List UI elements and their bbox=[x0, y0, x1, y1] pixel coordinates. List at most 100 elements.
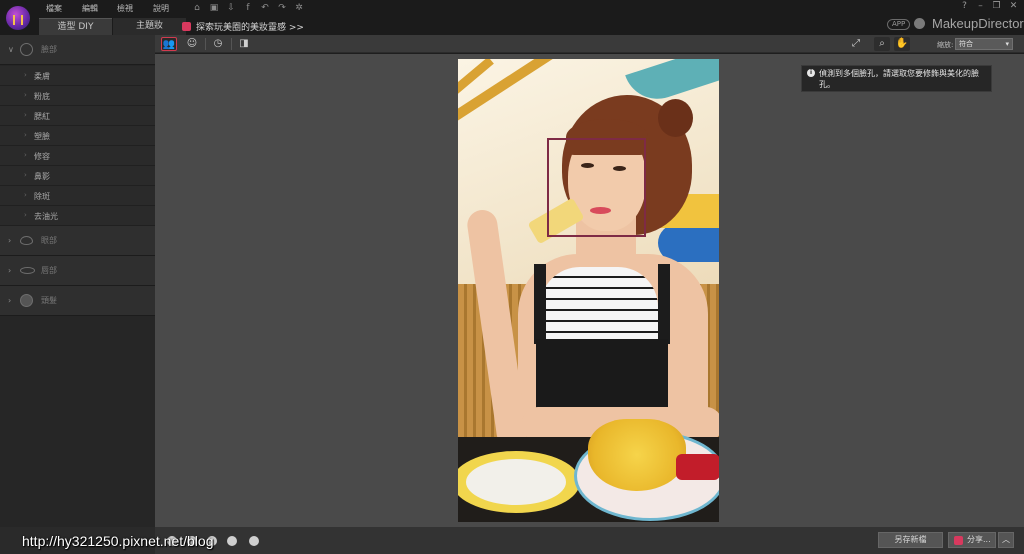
category-face[interactable]: ∨ 臉部 bbox=[0, 35, 155, 65]
zoom-select[interactable]: 符合 ▾ bbox=[955, 38, 1013, 50]
feature-label: 除斑 bbox=[34, 192, 50, 201]
app-logo-icon bbox=[6, 6, 30, 30]
brand-name: MakeupDirector bbox=[932, 16, 1024, 31]
reset-icon[interactable] bbox=[249, 536, 259, 546]
category-label: 臉部 bbox=[41, 45, 57, 54]
category-label: 頭髮 bbox=[41, 296, 57, 305]
blog-watermark: http://hy321250.pixnet.net/blog bbox=[22, 533, 214, 549]
category-label: 眼部 bbox=[41, 236, 57, 245]
menu-edit[interactable]: 編輯 bbox=[82, 3, 98, 14]
save-as-new-button[interactable]: 另存新檔 bbox=[878, 532, 943, 548]
category-lips[interactable]: › 唇部 bbox=[0, 256, 155, 286]
promo-link[interactable]: 探索玩美圈的美妝靈感 >> bbox=[182, 20, 304, 33]
feature-label: 去油光 bbox=[34, 212, 58, 221]
feature-label: 柔膚 bbox=[34, 72, 50, 81]
settings-gear-icon[interactable]: ✲ bbox=[294, 3, 304, 13]
bottom-bar: 另存新檔 分享... ︿ bbox=[155, 527, 1024, 554]
app-badge[interactable]: APP bbox=[887, 19, 911, 30]
menu-file[interactable]: 檔案 bbox=[46, 3, 62, 14]
face-outline-icon[interactable]: ☺ bbox=[184, 37, 200, 51]
share-button[interactable]: 分享... bbox=[948, 532, 996, 548]
photo-strap bbox=[534, 264, 546, 344]
share-label: 分享... bbox=[967, 535, 991, 544]
feature-label: 腮紅 bbox=[34, 112, 50, 121]
photo-strap bbox=[658, 264, 670, 344]
zoom-value: 符合 bbox=[959, 40, 973, 48]
redo-icon[interactable]: ↷ bbox=[277, 3, 287, 13]
compare-icon[interactable]: ◨ bbox=[236, 37, 252, 51]
feature-label: 粉底 bbox=[34, 92, 50, 101]
face-icon bbox=[20, 43, 33, 56]
original-view-icon[interactable] bbox=[227, 536, 237, 546]
photo-hair-bun bbox=[658, 99, 693, 137]
face-detection-box[interactable] bbox=[547, 138, 646, 237]
photo-nachos bbox=[588, 419, 686, 491]
photo-canvas[interactable]: i 偵測到多個臉孔，請選取您要修飾與美化的臉孔。 bbox=[155, 54, 1024, 527]
facebook-icon[interactable]: f bbox=[243, 3, 253, 13]
hair-icon bbox=[20, 294, 33, 307]
toolbar-divider bbox=[205, 38, 206, 50]
face-detect-notice: i 偵測到多個臉孔，請選取您要修飾與美化的臉孔。 bbox=[801, 65, 992, 92]
chevron-right-icon: › bbox=[24, 131, 27, 139]
chevron-right-icon: › bbox=[24, 211, 27, 219]
chevron-right-icon: › bbox=[8, 296, 12, 305]
canvas-toolbar: 👥 ☺ ◷ ◨ ⤢ ⌕ ✋ 縮放: 符合 ▾ bbox=[155, 35, 1024, 53]
chevron-right-icon: › bbox=[24, 191, 27, 199]
category-hair[interactable]: › 頭髮 bbox=[0, 286, 155, 316]
chevron-down-icon: ∨ bbox=[8, 45, 14, 54]
menu-view[interactable]: 檢視 bbox=[117, 3, 133, 14]
feature-item-foundation[interactable]: › 粉底 bbox=[0, 86, 155, 106]
chevron-down-icon: ▾ bbox=[1005, 40, 1009, 48]
promo-text: 探索玩美圈的美妝靈感 >> bbox=[196, 23, 304, 33]
chevron-right-icon: › bbox=[8, 236, 12, 245]
lips-icon bbox=[20, 267, 35, 274]
feature-item-nose-shadow[interactable]: › 鼻影 bbox=[0, 166, 155, 186]
notification-bell-icon[interactable] bbox=[914, 18, 925, 29]
photo-striped-top bbox=[540, 267, 658, 347]
info-icon: i bbox=[807, 69, 815, 77]
feature-label: 鼻影 bbox=[34, 172, 50, 181]
chevron-right-icon: › bbox=[24, 71, 27, 79]
pan-hand-icon[interactable]: ✋ bbox=[894, 37, 910, 51]
zoom-icon[interactable]: ⌕ bbox=[874, 37, 890, 51]
toolbar-divider bbox=[231, 38, 232, 50]
chevron-right-icon: › bbox=[24, 171, 27, 179]
photo-sauce-cup bbox=[676, 454, 719, 480]
feature-panel: ∨ 臉部 › 柔膚 › 粉底 › 腮紅 › 塑臉 › 修容 › 鼻影 › 除斑 … bbox=[0, 35, 155, 527]
undo-icon[interactable]: ↶ bbox=[260, 3, 270, 13]
tab-theme-makeup[interactable]: 主題妝 bbox=[113, 18, 186, 35]
chevron-right-icon: › bbox=[24, 151, 27, 159]
menu-help[interactable]: 說明 bbox=[153, 3, 169, 14]
feature-label: 塑臉 bbox=[34, 132, 50, 141]
chevron-up-icon[interactable]: ︿ bbox=[998, 532, 1014, 548]
help-button[interactable]: ? bbox=[957, 0, 972, 13]
photo-plate-inner bbox=[466, 459, 566, 505]
restore-button[interactable]: ❐ bbox=[989, 0, 1004, 13]
portrait-photo[interactable] bbox=[458, 59, 719, 522]
feature-item-blemish-removal[interactable]: › 除斑 bbox=[0, 186, 155, 206]
share-icon bbox=[954, 536, 963, 545]
history-icon[interactable]: ◷ bbox=[210, 37, 226, 51]
close-button[interactable]: ✕ bbox=[1006, 0, 1021, 13]
feature-item-skin-smoothing[interactable]: › 柔膚 bbox=[0, 66, 155, 86]
home-icon[interactable]: ⌂ bbox=[192, 3, 202, 13]
notice-text: 偵測到多個臉孔，請選取您要修飾與美化的臉孔。 bbox=[819, 69, 979, 89]
zoom-label: 縮放: bbox=[937, 41, 954, 49]
save-icon[interactable]: ▣ bbox=[209, 3, 219, 13]
export-icon[interactable]: ⇩ bbox=[226, 3, 236, 13]
feature-item-contour[interactable]: › 修容 bbox=[0, 146, 155, 166]
fit-icon[interactable]: ⤢ bbox=[848, 37, 864, 51]
category-label: 唇部 bbox=[41, 266, 57, 275]
tab-makeup-diy[interactable]: 造型 DIY bbox=[39, 18, 112, 35]
eye-icon bbox=[20, 236, 33, 245]
minimize-button[interactable]: – bbox=[973, 0, 988, 13]
chevron-right-icon: › bbox=[8, 266, 12, 275]
feature-item-shine-removal[interactable]: › 去油光 bbox=[0, 206, 155, 226]
chevron-right-icon: › bbox=[24, 91, 27, 99]
chevron-right-icon: › bbox=[24, 111, 27, 119]
promo-icon bbox=[182, 22, 191, 31]
feature-item-face-reshape[interactable]: › 塑臉 bbox=[0, 126, 155, 146]
feature-item-blush[interactable]: › 腮紅 bbox=[0, 106, 155, 126]
category-eyes[interactable]: › 眼部 bbox=[0, 226, 155, 256]
face-detect-icon[interactable]: 👥 bbox=[161, 37, 177, 51]
